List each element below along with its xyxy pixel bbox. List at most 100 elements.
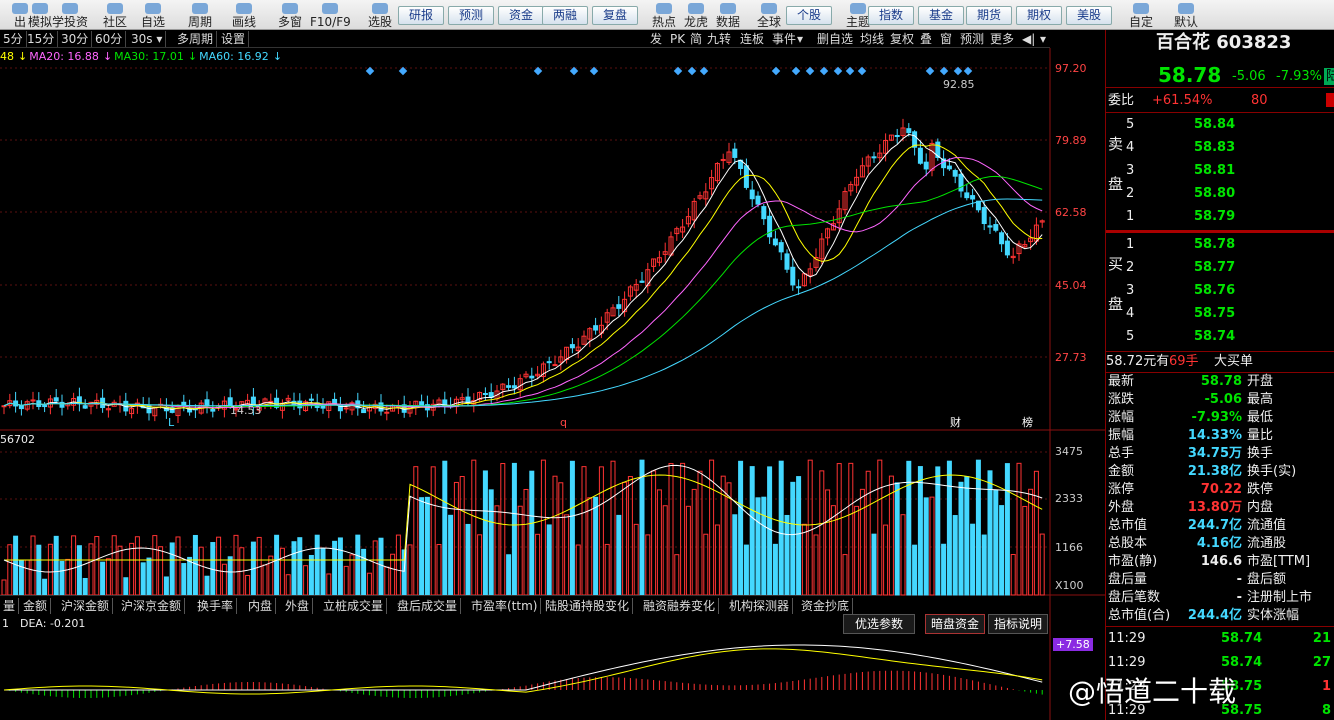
toolbar-button[interactable]: 指数 [868, 6, 914, 25]
indicator-tab[interactable]: 盘后成交量 [394, 598, 462, 614]
toolbar-item[interactable]: 数据 [708, 0, 748, 29]
indicator-tab[interactable]: 外盘 [282, 598, 314, 614]
candle-body [529, 375, 535, 379]
toolbar-button[interactable]: 预测 [448, 6, 494, 25]
price-axis-label: 45.04 [1055, 279, 1087, 292]
stat-value: 146.6 [1200, 554, 1242, 569]
toolbar-item[interactable]: 多窗 [270, 0, 310, 29]
volume-bar [598, 466, 604, 596]
toolbar-item[interactable]: 全球 [749, 0, 789, 29]
indicator-tab[interactable]: 资金抄底 [798, 598, 854, 614]
stat-label: 开盘 [1247, 374, 1274, 389]
toolbar-icon [192, 3, 208, 14]
volume-bar [883, 524, 889, 596]
period-item[interactable]: 60分 [92, 31, 127, 47]
toolbar-item[interactable]: 自定 [1121, 0, 1161, 29]
chart-tool-item[interactable]: 简 [688, 31, 704, 47]
indicator-tab[interactable]: 陆股通持股变化 [542, 598, 634, 614]
indicator-tab[interactable]: 换手率 [194, 598, 238, 614]
toolbar-button[interactable]: 期权 [1016, 6, 1062, 25]
volume-bar [859, 488, 865, 596]
chart-tool-item[interactable]: 删自选 [815, 31, 855, 47]
indicator-tab[interactable]: 内盘 [245, 598, 277, 614]
volume-axis-label: X100 [1055, 579, 1084, 592]
volume-bar [633, 523, 639, 596]
indicator-tab[interactable]: 量 [0, 598, 20, 614]
toolbar-item[interactable]: 周期 [180, 0, 220, 29]
toolbar-item[interactable]: 学投资 [50, 0, 90, 29]
toolbar-item[interactable]: 选股 [360, 0, 400, 29]
volume-bar [419, 497, 425, 596]
chart-tool-item[interactable]: 更多 [988, 31, 1016, 47]
period-item[interactable]: 15分 [24, 31, 59, 47]
chart-tool-item[interactable]: 预测 [958, 31, 986, 47]
chart-tool-item[interactable]: 叠 [918, 31, 934, 47]
chart-tool-item[interactable]: ◀| [1020, 31, 1037, 47]
period-item[interactable]: 30s ▾ [128, 31, 167, 47]
volume-bar [801, 523, 807, 596]
toolbar-label: 社区 [102, 15, 127, 29]
period-item[interactable]: 5分 [0, 31, 27, 47]
optimize-params-button[interactable]: 优选参数 [843, 614, 915, 634]
candle-body [952, 170, 958, 177]
indicator-tab[interactable]: 融资融券变化 [640, 598, 720, 614]
volume-bar [929, 496, 935, 596]
stat-value: -7.93% [1191, 410, 1243, 425]
stat-label: 换手 [1247, 446, 1274, 461]
candle-body [384, 411, 390, 414]
toolbar-icon [372, 3, 388, 14]
indicator-tab[interactable]: 立桩成交量 [320, 598, 388, 614]
chart-tool-item[interactable]: 九转 [705, 31, 733, 47]
toolbar-item[interactable]: 自选 [133, 0, 173, 29]
toolbar-icon [656, 3, 672, 14]
chart-tool-item[interactable]: 事件 [770, 31, 798, 47]
toolbar-button[interactable]: 个股 [786, 6, 832, 25]
indicator-tab[interactable]: 金额 [20, 598, 52, 614]
toolbar-button[interactable]: 研报 [398, 6, 444, 25]
dark-pool-button[interactable]: 暗盘资金 [925, 614, 985, 634]
toolbar-icon [145, 3, 161, 14]
period-item[interactable]: 设置 [218, 31, 250, 47]
stat-label: 涨跌 [1108, 392, 1135, 407]
toolbar-label: 周期 [187, 15, 212, 29]
toolbar-button[interactable]: 美股 [1066, 6, 1112, 25]
volume-bar [639, 459, 645, 596]
chart-tool-item[interactable]: ▾ [795, 31, 805, 47]
volume-bar [946, 460, 952, 596]
chart-tool-item[interactable]: 发 [648, 31, 664, 47]
period-item[interactable]: 多周期 [174, 31, 218, 47]
toolbar-item[interactable]: F10/F9 [310, 0, 351, 29]
toolbar-icon [236, 3, 252, 14]
toolbar-item[interactable]: 社区 [95, 0, 135, 29]
toolbar-label: 学投资 [51, 15, 88, 29]
toolbar-item[interactable]: 画线 [224, 0, 264, 29]
volume-bar [767, 466, 773, 596]
indicator-tab[interactable]: 市盈率(ttm) [468, 598, 542, 614]
indicator-help-button[interactable]: 指标说明 [988, 614, 1048, 634]
stat-label: 金额 [1108, 464, 1135, 479]
toolbar-button[interactable]: 资金 [498, 6, 544, 25]
book-level: 1 [1126, 209, 1135, 224]
chart-tool-item[interactable]: 窗 [938, 31, 954, 47]
candle-body [308, 398, 314, 401]
toolbar-button[interactable]: 复盘 [592, 6, 638, 25]
toolbar-button[interactable]: 期货 [966, 6, 1012, 25]
volume-bar [65, 558, 71, 596]
chart-tool-item[interactable]: 复权 [888, 31, 916, 47]
big-order-price: 58.72元有 [1106, 354, 1170, 369]
chart-tool-item[interactable]: 连板 [738, 31, 766, 47]
toolbar-item[interactable]: 默认 [1166, 0, 1206, 29]
chart-tool-item[interactable]: 均线 [858, 31, 886, 47]
chart-tool-item[interactable]: ▾ [1038, 31, 1048, 47]
chart-tool-item[interactable]: PK [668, 31, 687, 47]
toolbar-button[interactable]: 两融 [542, 6, 588, 25]
indicator-tab[interactable]: 机构探测器 [726, 598, 794, 614]
period-item[interactable]: 30分 [58, 31, 93, 47]
indicator-tab[interactable]: 沪深金额 [58, 598, 114, 614]
stat-label: 盘后笔数 [1108, 590, 1161, 605]
toolbar-button[interactable]: 基金 [918, 6, 964, 25]
stat-label: 总股本 [1108, 536, 1148, 551]
volume-bar [511, 462, 517, 596]
volume-bar [314, 534, 320, 596]
indicator-tab[interactable]: 沪深京金额 [118, 598, 186, 614]
